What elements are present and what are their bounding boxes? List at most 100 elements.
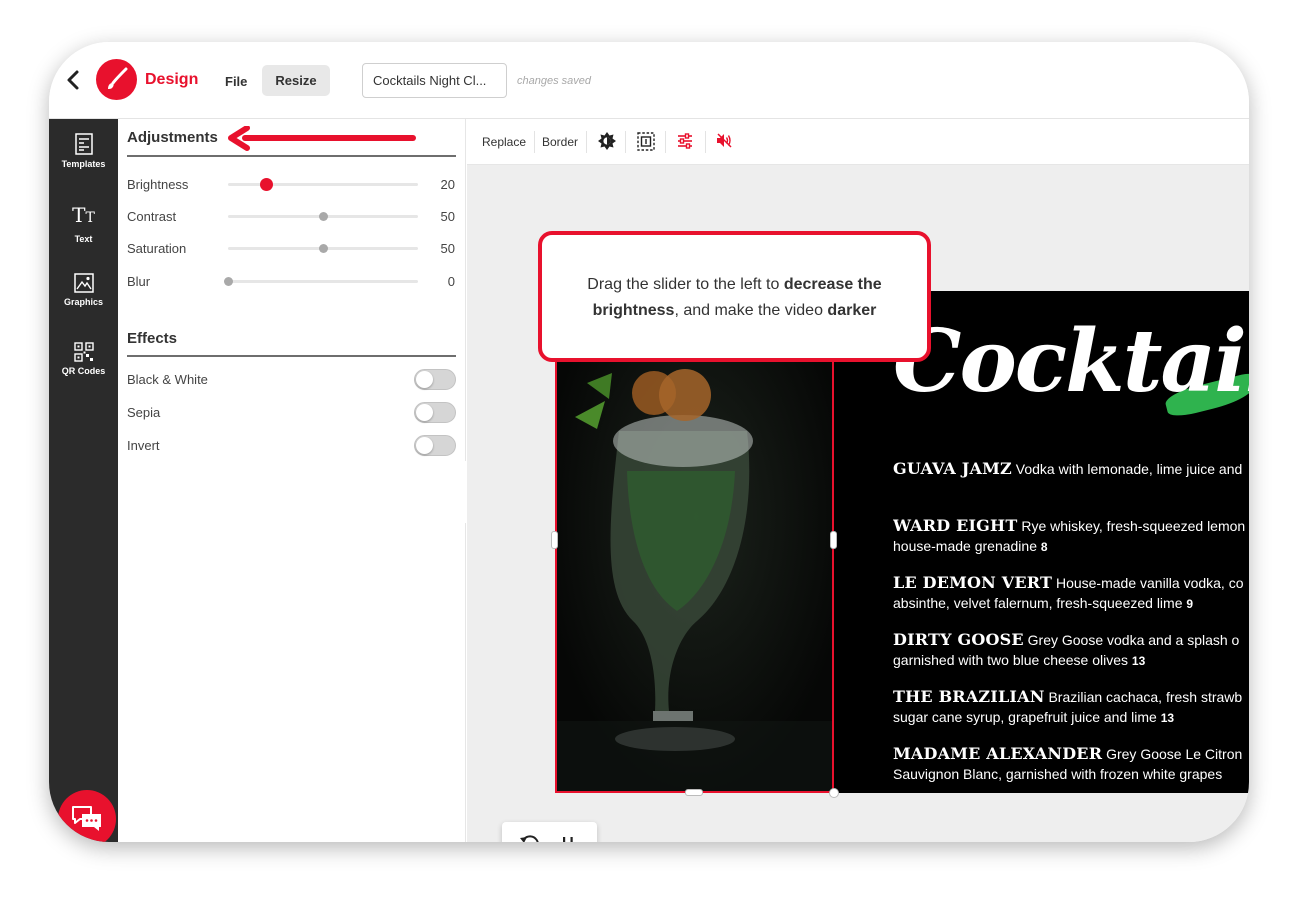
saturation-slider-thumb[interactable] [319,244,328,253]
tooltip-bold: darker [827,302,877,319]
brightness-label: Brightness [127,177,189,192]
contrast-value: 50 [440,209,455,224]
menu-item-desc-2: house-made grenadine [893,538,1041,554]
contrast-slider-thumb[interactable] [319,212,328,221]
left-rail: Templates TT Text Graphics QR Codes [49,119,118,842]
toolbar-divider [625,131,626,153]
back-arrow-icon[interactable] [63,68,83,92]
brightness-slider[interactable] [228,178,418,191]
rail-label-graphics: Graphics [63,297,103,307]
brand-logo [96,59,137,100]
crop-icon[interactable] [637,132,655,151]
tooltip-text: , and make the video [674,302,828,319]
resize-handle-right[interactable] [830,531,837,549]
menu-item[interactable]: DIRTY GOOSE Grey Goose vodka and a splas… [893,630,1249,687]
saturation-value: 50 [440,241,455,256]
chat-icon [72,806,101,831]
toolbar-divider [705,131,706,153]
templates-icon [74,133,93,155]
file-menu[interactable]: File [225,74,247,89]
contrast-label: Contrast [127,209,177,224]
mute-icon[interactable] [716,132,733,149]
menu-item-desc: Brazilian cachaca, fresh strawb [1044,689,1243,705]
app-window: Design File Resize Cocktails Night Cl...… [49,42,1249,842]
menu-item-price: 13 [1160,711,1175,725]
rail-item-graphics[interactable]: Graphics [49,273,118,307]
menu-item-price: 9 [1186,597,1194,611]
text-icon: TT [72,203,95,227]
annotation-arrow-icon [228,126,416,151]
effects-title: Effects [127,330,178,347]
menu-item-desc-2: Sauvignon Blanc, garnished with frozen w… [893,766,1223,782]
video-element[interactable] [555,291,834,793]
black-white-label: Black & White [127,372,208,387]
resize-handle-bottom[interactable] [685,789,703,796]
adjust-sliders-icon[interactable] [677,132,693,150]
border-button[interactable]: Border [542,135,578,149]
canvas-area: Cocktails GUAVA JAMZ Vodka with lemonade… [467,165,1249,842]
menu-item-name: LE DEMON VERT [893,573,1053,592]
design-page[interactable]: Cocktails GUAVA JAMZ Vodka with lemonade… [551,291,1249,798]
brightness-value: 20 [440,177,455,192]
tooltip-text: Drag the slider to the left to [587,276,784,293]
resize-handle-corner[interactable] [829,788,839,798]
toggle-knob [416,437,433,454]
menu-heading[interactable]: Cocktails [893,311,1249,412]
pause-icon[interactable] [560,834,576,842]
menu-item-price: 13 [1131,654,1146,668]
rail-item-text[interactable]: TT Text [49,203,118,244]
rail-item-qr-codes[interactable]: QR Codes [49,342,118,376]
resize-button[interactable]: Resize [262,65,330,96]
brightness-slider-thumb[interactable] [260,178,273,191]
menu-item-desc: Grey Goose vodka and a splash o [1023,632,1240,648]
menu-item[interactable]: LE DEMON VERT House-made vanilla vodka, … [893,573,1249,630]
menu-item-desc: House-made vanilla vodka, co [1052,575,1244,591]
save-status: changes saved [517,75,591,87]
effects-divider [127,355,456,357]
top-bar: Design File Resize Cocktails Night Cl...… [49,42,1249,119]
replay-icon[interactable] [518,834,540,842]
menu-item[interactable]: THE BRAZILIAN Brazilian cachaca, fresh s… [893,687,1249,744]
menu-item[interactable]: GUAVA JAMZ Vodka with lemonade, lime jui… [893,459,1249,516]
instruction-tooltip: Drag the slider to the left to decrease … [538,231,931,362]
contrast-slider[interactable] [228,212,418,221]
adjustments-panel: Adjustments Brightness 20 Contrast 50 Sa… [118,119,466,842]
graphics-icon [73,273,94,293]
menu-item-desc: Rye whiskey, fresh-squeezed lemon [1017,518,1246,534]
rail-label-qr-codes: QR Codes [61,366,106,376]
menu-item-name: THE BRAZILIAN [893,687,1045,706]
cocktail-video-image [557,291,832,791]
menu-item-price: 8 [1040,540,1048,554]
toolbar-divider [534,131,535,153]
menu-item-desc-2: garnished with two blue cheese olives [893,652,1132,668]
menu-item-desc: Grey Goose Le Citron [1102,746,1243,762]
toolbar-divider [586,131,587,153]
menu-item-name: GUAVA JAMZ [893,459,1012,478]
saturation-slider[interactable] [228,244,418,253]
invert-toggle[interactable] [414,435,456,456]
resize-handle-left[interactable] [551,531,558,549]
toolbar-divider [665,131,666,153]
sepia-toggle[interactable] [414,402,456,423]
replace-button[interactable]: Replace [482,135,526,149]
menu-item[interactable]: WARD EIGHT Rye whiskey, fresh-squeezed l… [893,516,1249,573]
blur-slider[interactable] [224,277,418,286]
menu-item-desc-2: sugar cane syrup, grapefruit juice and l… [893,709,1161,725]
element-toolbar: Replace Border [467,119,1249,165]
toggle-knob [416,371,433,388]
adjustments-title: Adjustments [127,129,218,146]
menu-item-name: DIRTY GOOSE [893,630,1024,649]
brand-name: Design [145,71,199,88]
blur-slider-thumb[interactable] [224,277,233,286]
chat-button[interactable] [58,790,116,842]
brightness-icon[interactable] [598,132,616,150]
toggle-knob [416,404,433,421]
menu-list: GUAVA JAMZ Vodka with lemonade, lime jui… [893,459,1249,801]
rail-item-templates[interactable]: Templates [49,133,118,169]
menu-item-desc: Vodka with lemonade, lime juice and [1011,461,1243,477]
menu-item[interactable]: MADAME ALEXANDER Grey Goose Le Citron Sa… [893,744,1249,801]
black-white-toggle[interactable] [414,369,456,390]
menu-item-desc-2: absinthe, velvet falernum, fresh-squeeze… [893,595,1187,611]
document-title-input[interactable]: Cocktails Night Cl... [362,63,507,98]
paintbrush-icon [108,67,128,89]
